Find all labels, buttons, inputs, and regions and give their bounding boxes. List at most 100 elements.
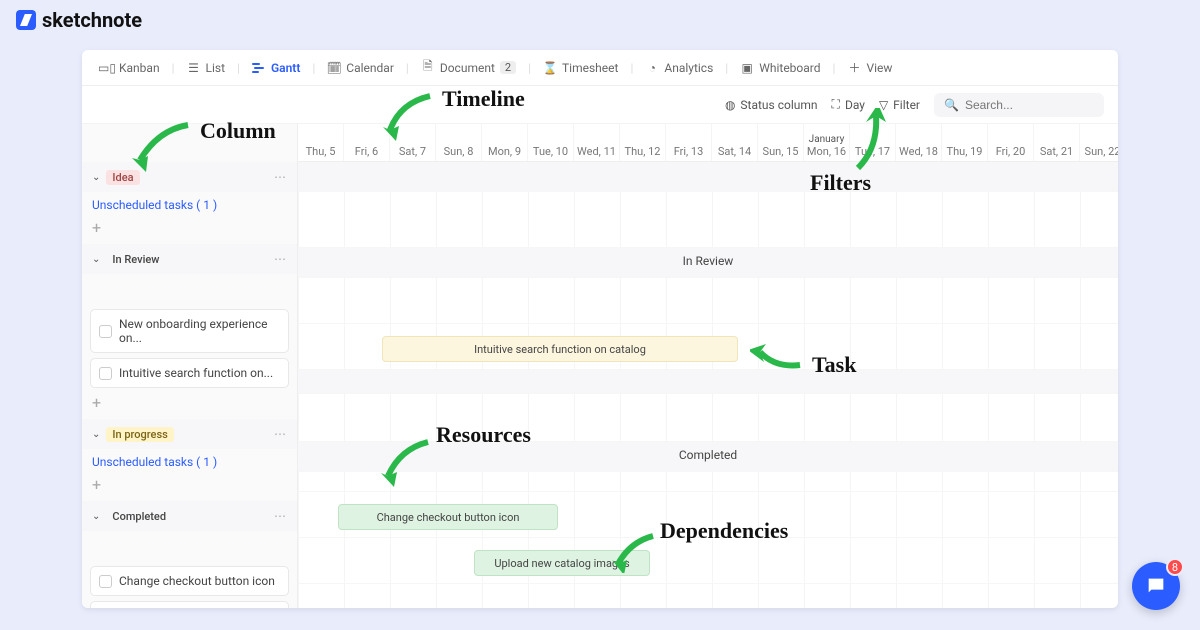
tab-whiteboard[interactable]: ▣ Whiteboard	[734, 57, 826, 79]
group-idea-header[interactable]: ⌄ Idea ⋯	[82, 162, 297, 192]
chat-bubble-button[interactable]: 8	[1132, 562, 1180, 610]
group-inreview-header[interactable]: ⌄ In Review ⋯	[82, 244, 297, 274]
tab-document[interactable]: 🗎 Document 2	[415, 57, 522, 79]
search-input[interactable]	[965, 98, 1094, 112]
tab-whiteboard-label: Whiteboard	[759, 61, 820, 75]
search-icon: 🔍	[944, 98, 959, 112]
day-zoom-label: Day	[845, 98, 865, 112]
group-completed-header[interactable]: ⌄ Completed ⋯	[82, 501, 297, 531]
inreview-add-task[interactable]: +	[82, 393, 297, 419]
plus-icon: ＋	[847, 61, 861, 75]
funnel-icon: ▽	[879, 98, 888, 112]
inprogress-unscheduled-link[interactable]: Unscheduled tasks ( 1 )	[82, 449, 297, 475]
timeline-day: JanuaryMon, 16	[804, 124, 850, 161]
gantt-icon	[252, 61, 266, 75]
task-card[interactable]: Intuitive search function on...	[90, 358, 289, 388]
idea-unscheduled-link[interactable]: Unscheduled tasks ( 1 )	[82, 192, 297, 218]
group-idea-chip: Idea	[106, 170, 139, 185]
timeline-header: Thu, 5Fri, 6Sat, 7Sun, 8Mon, 9Tue, 10Wed…	[298, 124, 1118, 162]
expand-icon: ⛶	[832, 97, 840, 112]
timeline-day: Wed, 11	[574, 124, 620, 161]
gantt-bar-checkout[interactable]: Change checkout button icon	[338, 504, 558, 530]
group-inreview-chip: In Review	[106, 252, 165, 267]
timeline-day: Fri, 13	[666, 124, 712, 161]
timeline-day: Tue, 10	[528, 124, 574, 161]
tab-kanban[interactable]: ▭▯ Kanban	[94, 57, 166, 79]
timeline-day: Sat, 7	[390, 124, 436, 161]
chat-notification-badge: 8	[1166, 558, 1184, 576]
app-window: ▭▯ Kanban | ☰ List | Gantt | 🗓 Calendar …	[82, 50, 1118, 608]
gantt-bar-search[interactable]: Intuitive search function on catalog	[382, 336, 738, 362]
timeline-day: Mon, 9	[482, 124, 528, 161]
gantt-bar-label: Intuitive search function on catalog	[474, 343, 646, 356]
idea-add-task[interactable]: +	[82, 218, 297, 244]
gantt-main: ⌄ Idea ⋯ Unscheduled tasks ( 1 ) + ⌄ In …	[82, 124, 1118, 608]
task-card[interactable]: Upload new catalog images	[90, 601, 289, 608]
day-zoom[interactable]: ⛶ Day	[832, 97, 865, 112]
tab-timesheet-label: Timesheet	[562, 61, 618, 75]
group-inprogress-header[interactable]: ⌄ In progress ⋯	[82, 419, 297, 449]
logo-mark-icon	[16, 10, 36, 30]
droplet-icon: ◍	[725, 98, 735, 112]
chevron-down-icon: ⌄	[92, 511, 100, 522]
band-completed: Completed	[298, 442, 1118, 472]
gantt-grid[interactable]: Thu, 5Fri, 6Sat, 7Sun, 8Mon, 9Tue, 10Wed…	[298, 124, 1118, 608]
app-logo: sketchnote	[16, 8, 142, 32]
timeline-day: Sun, 15	[758, 124, 804, 161]
timesheet-icon: ⌛	[543, 61, 557, 75]
calendar-icon: 🗓	[327, 61, 341, 75]
group-inprogress-menu[interactable]: ⋯	[274, 427, 287, 441]
gantt-bar-upload[interactable]: Upload new catalog images	[474, 550, 650, 576]
task-card[interactable]: New onboarding experience on...	[90, 309, 289, 353]
gantt-bar-label: Change checkout button icon	[377, 511, 520, 524]
timeline-day: Thu, 12	[620, 124, 666, 161]
tab-analytics-label: Analytics	[664, 61, 713, 75]
group-inprogress-chip: In progress	[106, 427, 173, 442]
chevron-down-icon: ⌄	[92, 254, 100, 265]
tab-list[interactable]: ☰ List	[181, 57, 232, 79]
task-card-label: New onboarding experience on...	[119, 317, 280, 345]
group-completed-menu[interactable]: ⋯	[274, 509, 287, 523]
add-view[interactable]: ＋ View	[841, 57, 898, 79]
tab-calendar-label: Calendar	[346, 61, 394, 75]
add-view-label: View	[866, 61, 892, 75]
status-column-label: Status column	[740, 98, 817, 112]
logo-text: sketchnote	[42, 8, 142, 32]
tab-kanban-label: Kanban	[119, 61, 160, 75]
band-label: Completed	[679, 448, 737, 462]
status-column-toggle[interactable]: ◍ Status column	[725, 98, 818, 112]
group-idea-menu[interactable]: ⋯	[274, 170, 287, 184]
inprogress-add-task[interactable]: +	[82, 475, 297, 501]
task-column: ⌄ Idea ⋯ Unscheduled tasks ( 1 ) + ⌄ In …	[82, 124, 298, 608]
whiteboard-icon: ▣	[740, 61, 754, 75]
checkbox-icon[interactable]	[99, 575, 112, 588]
tab-gantt-label: Gantt	[271, 61, 300, 75]
search-input-wrap[interactable]: 🔍	[934, 93, 1104, 117]
timeline-day: Sat, 21	[1034, 124, 1080, 161]
timeline-day: Sun, 8	[436, 124, 482, 161]
gantt-toolbar: ◍ Status column ⛶ Day ▽ Filter 🔍	[82, 86, 1118, 124]
tab-calendar[interactable]: 🗓 Calendar	[321, 57, 400, 79]
chevron-down-icon: ⌄	[92, 172, 100, 183]
checkbox-icon[interactable]	[99, 325, 112, 338]
group-inreview-menu[interactable]: ⋯	[274, 252, 287, 266]
tab-gantt[interactable]: Gantt	[246, 57, 306, 79]
tab-analytics[interactable]: ◔ Analytics	[639, 57, 719, 79]
chevron-down-icon: ⌄	[92, 429, 100, 440]
timeline-day: Wed, 18	[896, 124, 942, 161]
timeline-day: Fri, 20	[988, 124, 1034, 161]
timeline-day: Thu, 5	[298, 124, 344, 161]
chat-icon	[1145, 575, 1167, 597]
document-icon: 🗎	[421, 61, 435, 75]
filter-button[interactable]: ▽ Filter	[879, 98, 920, 112]
tab-document-label: Document	[440, 61, 495, 75]
gantt-rows: In Review Intuitive search function on c…	[298, 162, 1118, 608]
task-card[interactable]: Change checkout button icon	[90, 566, 289, 596]
gantt-bar-label: Upload new catalog images	[494, 557, 629, 570]
tab-list-label: List	[206, 61, 226, 75]
document-count-badge: 2	[500, 61, 516, 74]
timeline-day: Sat, 14	[712, 124, 758, 161]
kanban-icon: ▭▯	[100, 61, 114, 75]
checkbox-icon[interactable]	[99, 367, 112, 380]
tab-timesheet[interactable]: ⌛ Timesheet	[537, 57, 624, 79]
